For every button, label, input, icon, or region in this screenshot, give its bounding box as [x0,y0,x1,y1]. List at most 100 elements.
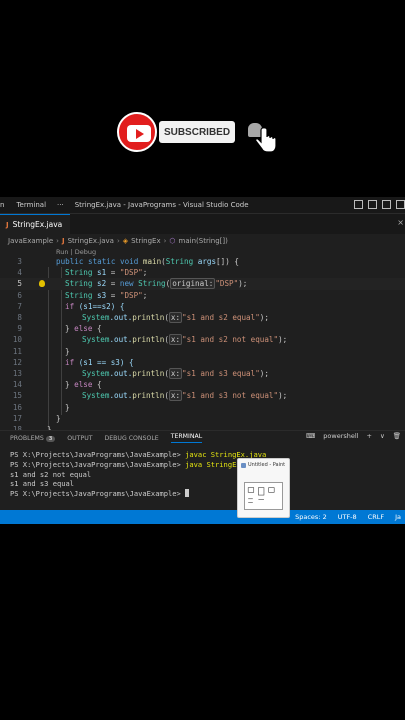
code-text: public static void main(String args[]) { [56,257,239,266]
parameter-hint: x: [168,312,183,323]
lightbulb-icon[interactable] [39,280,45,288]
java-file-icon: J [6,220,9,229]
code-text: } else { [65,324,102,334]
breadcrumb: JavaExample › J StringEx.java › ◈ String… [8,236,228,245]
hand-cursor-icon [255,127,277,153]
code-line[interactable]: 7 if (s1==s2) { [0,301,405,312]
paint-app-icon [241,462,246,468]
code-text: String s2 = new String(original: "DSP"); [65,278,248,290]
line-number: 4 [17,268,22,278]
code-text: System.out.println(x: "s1 and s2 equal"); [82,312,269,323]
breadcrumb-class[interactable]: StringEx [131,237,160,245]
code-text: System.out.println(x: "s1 and s3 equal"); [82,368,269,379]
code-text: } [56,413,61,423]
line-number: 3 [17,257,22,266]
shell-selector[interactable]: powershell [323,432,358,440]
code-line[interactable]: 3 public static void main(String args[]) … [0,256,405,267]
status-encoding[interactable]: UTF-8 [338,513,357,521]
current-line[interactable]: 5 String s2 = new String(original: "DSP"); [0,278,405,290]
line-number: 13 [12,369,22,378]
terminal-cursor [185,489,190,498]
line-number: 9 [17,324,22,334]
tab-stringex-java[interactable]: J StringEx.java [0,214,71,234]
code-line[interactable]: 12 if (s1 == s3) { [0,357,405,368]
line-number: 15 [12,391,22,401]
breadcrumb-file[interactable]: StringEx.java [68,237,114,245]
menu-more[interactable]: ··· [52,201,69,209]
code-line[interactable]: 10 System.out.println(x: "s1 and s2 not eq… [0,334,405,346]
code-line[interactable]: 6 String s3 = "DSP"; [0,290,405,301]
code-text: System.out.println(x: "s1 and s3 not equa… [82,390,288,402]
tab-debug-console[interactable]: DEBUG CONSOLE [105,435,159,442]
parameter-hint: x: [168,390,183,402]
vscode-window: n Terminal ··· StringEx.java - JavaProgr… [0,197,405,524]
tab-problems[interactable]: PROBLEMS 3 [10,435,56,442]
line-number: 8 [17,313,22,322]
class-icon: ◈ [122,236,129,245]
code-text: String s1 = "DSP"; [65,268,148,278]
terminal-output[interactable]: PS X:\Projects\JavaPrograms\JavaExample>… [0,445,405,499]
chevron-down-icon[interactable]: ∨ [380,432,385,440]
line-number: 11 [12,346,22,356]
code-text: } else { [65,380,102,390]
subscribe-overlay: SUBSCRIBED [117,112,277,156]
tab-terminal[interactable]: TERMINAL [170,433,203,443]
paint-thumbnail[interactable] [244,482,283,510]
code-line[interactable]: 13 System.out.println(x: "s1 and s3 equal"… [0,368,405,379]
youtube-icon [117,112,157,152]
code-text: if (s1==s2) { [65,301,125,311]
parameter-hint: original: [170,278,216,290]
tab-label: StringEx.java [12,220,63,229]
line-number: 17 [12,413,22,423]
parameter-hint: x: [168,334,183,346]
subscribed-button[interactable]: SUBSCRIBED [159,121,235,143]
kill-terminal-icon[interactable]: 🗑 [393,432,401,440]
code-line[interactable]: 11} [0,346,405,357]
bottom-panel: PROBLEMS 3 OUTPUT DEBUG CONSOLE TERMINAL … [0,430,405,508]
line-number: 10 [12,335,22,345]
code-line[interactable]: 4 String s1 = "DSP"; [0,267,405,278]
line-number: 7 [17,301,22,311]
code-line[interactable]: 9 } else { [0,323,405,334]
line-number: 6 [17,290,22,300]
code-line[interactable]: 16} [0,402,405,413]
status-eol[interactable]: CRLF [368,513,384,521]
line-number: 16 [12,402,22,412]
code-text: } [65,402,70,412]
status-language[interactable]: Ja [395,513,401,521]
breadcrumb-folder[interactable]: JavaExample [8,237,53,245]
code-text: } [65,346,70,356]
code-text: System.out.println(x: "s1 and s2 not equa… [82,334,288,346]
line-number: 12 [12,357,22,367]
editor-tabs: J StringEx.java × [0,214,405,234]
code-editor[interactable]: Run | Debug 3 public static void main(Str… [0,247,405,437]
menu-terminal[interactable]: Terminal [10,201,52,209]
code-line[interactable]: 17} [0,413,405,424]
code-text: if (s1 == s3) { [65,357,134,367]
problems-count-badge: 3 [45,435,56,442]
line-number: 5 [17,279,22,289]
menu-run[interactable]: n [0,201,10,209]
close-icon[interactable]: × [397,218,404,227]
paint-preview-popup[interactable]: Untitled - Paint [237,458,290,518]
code-text: String s3 = "DSP"; [65,290,148,300]
run-debug-codelens[interactable]: Run | Debug [56,248,96,256]
window-title: StringEx.java - JavaPrograms - Visual St… [74,201,249,209]
title-bar: n Terminal ··· StringEx.java - JavaProgr… [0,197,405,214]
code-line[interactable]: 8 System.out.println(x: "s1 and s2 equal")… [0,312,405,323]
code-line[interactable]: 15 System.out.println(x: "s1 and s3 not eq… [0,390,405,402]
terminal-icon: ⌨ [305,432,316,440]
method-icon: ⬡ [169,236,176,245]
toggle-panel-icon[interactable] [368,200,377,209]
code-line[interactable]: 14 } else { [0,379,405,390]
status-indentation[interactable]: Spaces: 2 [295,513,327,521]
new-terminal-button[interactable]: + [367,432,372,440]
java-file-icon: J [61,236,65,245]
tab-output[interactable]: OUTPUT [67,435,92,442]
breadcrumb-method[interactable]: main(String[]) [179,237,228,245]
parameter-hint: x: [168,368,183,379]
toggle-sidebar-icon[interactable] [354,200,363,209]
line-number: 14 [12,380,22,390]
toggle-secondary-sidebar-icon[interactable] [382,200,391,209]
customize-layout-icon[interactable] [396,200,405,209]
